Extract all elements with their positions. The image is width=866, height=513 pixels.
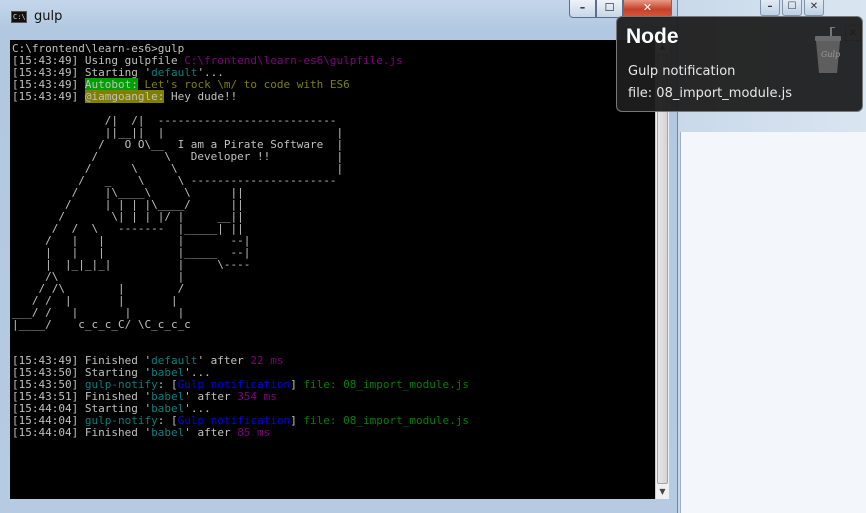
terminal-segment: Hey dude!!	[164, 90, 238, 103]
terminal-segment: ]	[290, 378, 304, 391]
notification-popup[interactable]: Node Gulp notification file: 08_import_m…	[616, 16, 863, 112]
scroll-down-icon[interactable]: ▼	[656, 485, 669, 499]
terminal-segment: [15:43:49]	[12, 90, 85, 103]
terminal-output[interactable]: C:\frontend\learn-es6>gulp [15:43:49] Usi…	[10, 40, 666, 499]
console-icon[interactable]: C:\	[11, 11, 27, 23]
minimize-button[interactable]: –	[569, 0, 596, 18]
terminal-line: [15:43:49] @iamgoangle: Hey dude!!	[12, 90, 469, 103]
terminal-segment: 22 ms	[250, 354, 284, 367]
gulp-cup-label: Gulp	[821, 50, 840, 59]
terminal-segment: 85 ms	[237, 426, 271, 439]
terminal-segment: babel	[151, 426, 185, 439]
console-window: C:\ gulp – ☐ ✕ C:\frontend\learn-es6>gul…	[0, 0, 678, 513]
scrollbar-thumb[interactable]	[657, 54, 668, 484]
window-title: gulp	[34, 9, 63, 24]
terminal-segment: 354 ms	[237, 390, 277, 403]
terminal-segment: file: 08_import_module.js	[303, 414, 470, 427]
terminal-line: |____/ c_c_c_C/ \C_c_c_c	[12, 319, 469, 331]
terminal-segment: ]	[290, 414, 304, 427]
notification-file: file: 08_import_module.js	[628, 86, 793, 101]
terminal-segment: |____/ c_c_c_C/ \C_c_c_c	[12, 318, 191, 331]
gulp-cup-icon: Gulp	[815, 27, 841, 73]
notification-title: Node	[626, 25, 679, 48]
terminal-segment: @iamgoangle:	[84, 90, 165, 103]
notification-message: Gulp notification	[628, 64, 736, 79]
background-close-button[interactable]: ✕	[804, 0, 824, 16]
terminal-line: [15:44:04] Finished 'babel' after 85 ms	[12, 427, 469, 439]
maximize-button[interactable]: ☐	[596, 0, 623, 18]
terminal-text: C:\frontend\learn-es6>gulp [15:43:49] Usi…	[12, 43, 469, 439]
terminal-segment: file: 08_import_module.js	[303, 378, 470, 391]
terminal-segment: [15:44:04] Finished '	[12, 426, 152, 439]
background-minimize-button[interactable]: –	[760, 0, 780, 16]
background-maximize-button[interactable]: ☐	[782, 0, 802, 16]
terminal-segment: ' after	[184, 426, 238, 439]
background-window-pane	[680, 132, 866, 513]
